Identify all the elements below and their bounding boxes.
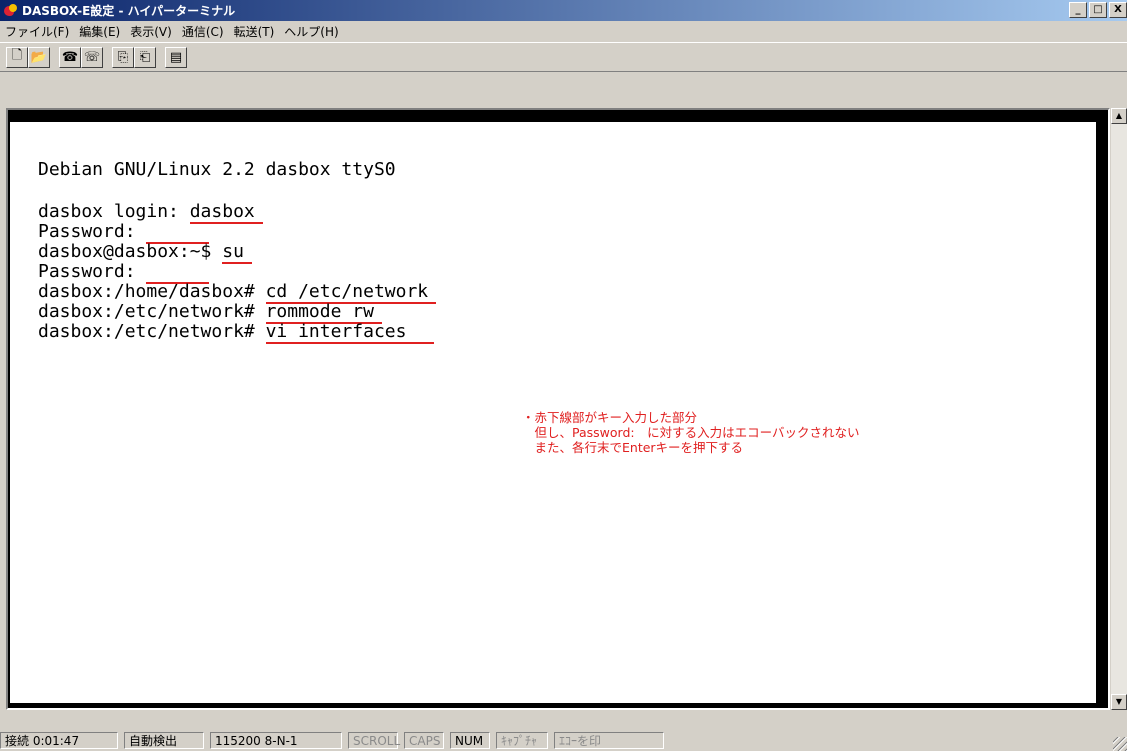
send-button[interactable]: ⎘ bbox=[112, 46, 134, 68]
menu-help[interactable]: ヘルプ(H) bbox=[279, 23, 343, 40]
terminal-line: Password: bbox=[38, 261, 209, 284]
open-button[interactable]: 📂 bbox=[28, 46, 50, 68]
status-caps: CAPS bbox=[404, 731, 444, 749]
terminal-line: dasbox:/home/dasbox# cd /etc/network bbox=[38, 281, 437, 304]
menu-edit[interactable]: 編集(E) bbox=[74, 23, 125, 40]
maximize-button[interactable]: □ bbox=[1089, 2, 1107, 18]
send-icon: ⎘ bbox=[117, 49, 129, 65]
terminal-line: dasbox:/etc/network# rommode rw bbox=[38, 301, 382, 324]
terminal-banner: Debian GNU/Linux 2.2 dasbox ttyS0 bbox=[38, 159, 396, 180]
hyperterminal-app-icon[interactable] bbox=[3, 3, 19, 19]
receive-button[interactable]: ⎗ bbox=[134, 46, 156, 68]
status-connected: 接続 0:01:47 bbox=[0, 731, 118, 749]
terminal-line: Password: bbox=[38, 221, 209, 244]
typed-input: su bbox=[222, 241, 252, 264]
connect-icon: ☎ bbox=[61, 49, 79, 65]
annotation-note-line: 但し、Password: に対する入力はエコーバックされない bbox=[522, 425, 860, 440]
scroll-down-arrow-icon[interactable]: ▼ bbox=[1111, 694, 1127, 710]
annotation-note-line: また、各行末でEnterキーを押下する bbox=[522, 440, 744, 455]
menu-file[interactable]: ファイル(F) bbox=[0, 23, 74, 40]
vertical-scrollbar[interactable]: ▲ ▼ bbox=[1111, 108, 1127, 710]
minimize-button[interactable]: _ bbox=[1069, 2, 1087, 18]
status-echo: ｴｺｰを印 bbox=[554, 731, 664, 749]
status-port: 115200 8-N-1 bbox=[210, 731, 342, 749]
open-icon: 📂 bbox=[30, 49, 48, 65]
status-num: NUM bbox=[450, 731, 490, 749]
terminal-line: dasbox login: dasbox bbox=[38, 201, 263, 224]
scroll-up-arrow-icon[interactable]: ▲ bbox=[1111, 108, 1127, 124]
toolbar: 🗋 📂 ☎ ☏ ⎘ ⎗ ▤ bbox=[0, 42, 1127, 72]
properties-button[interactable]: ▤ bbox=[165, 46, 187, 68]
status-scroll: SCROLL bbox=[348, 731, 400, 749]
menu-transfer[interactable]: 転送(T) bbox=[229, 23, 280, 40]
window-title: DASBOX-E設定 - ハイパーターミナル bbox=[22, 4, 236, 18]
title-bar: DASBOX-E設定 - ハイパーターミナル _ □ X bbox=[0, 0, 1127, 21]
typed-input: vi interfaces bbox=[265, 321, 435, 344]
connect-button[interactable]: ☎ bbox=[59, 46, 81, 68]
status-bar: 接続 0:01:47 自動検出 115200 8-N-1 SCROLL CAPS… bbox=[0, 729, 1127, 751]
menu-call[interactable]: 通信(C) bbox=[177, 23, 229, 40]
status-capture: ｷｬﾌﾟﾁｬ bbox=[496, 731, 548, 749]
disconnect-button[interactable]: ☏ bbox=[81, 46, 103, 68]
receive-icon: ⎗ bbox=[139, 49, 151, 65]
terminal-screen[interactable]: Debian GNU/Linux 2.2 dasbox ttyS0 dasbox… bbox=[8, 120, 1098, 705]
terminal-line: dasbox@dasbox:~$ su bbox=[38, 241, 252, 264]
new-icon: 🗋 bbox=[11, 48, 23, 63]
new-button[interactable]: 🗋 bbox=[6, 46, 28, 68]
menu-bar: ファイル(F) 編集(E) 表示(V) 通信(C) 転送(T) ヘルプ(H) bbox=[0, 21, 1127, 42]
resize-grip-icon[interactable] bbox=[1113, 737, 1127, 751]
annotation-note-line: ・赤下線部がキー入力した部分 bbox=[522, 410, 698, 425]
window-controls: _ □ X bbox=[1067, 2, 1127, 18]
properties-icon: ▤ bbox=[169, 49, 183, 65]
disconnect-icon: ☏ bbox=[83, 49, 101, 65]
terminal-line: dasbox:/etc/network# vi interfaces bbox=[38, 321, 435, 344]
menu-view[interactable]: 表示(V) bbox=[125, 23, 177, 40]
close-button[interactable]: X bbox=[1109, 2, 1127, 18]
status-detect: 自動検出 bbox=[124, 731, 204, 749]
